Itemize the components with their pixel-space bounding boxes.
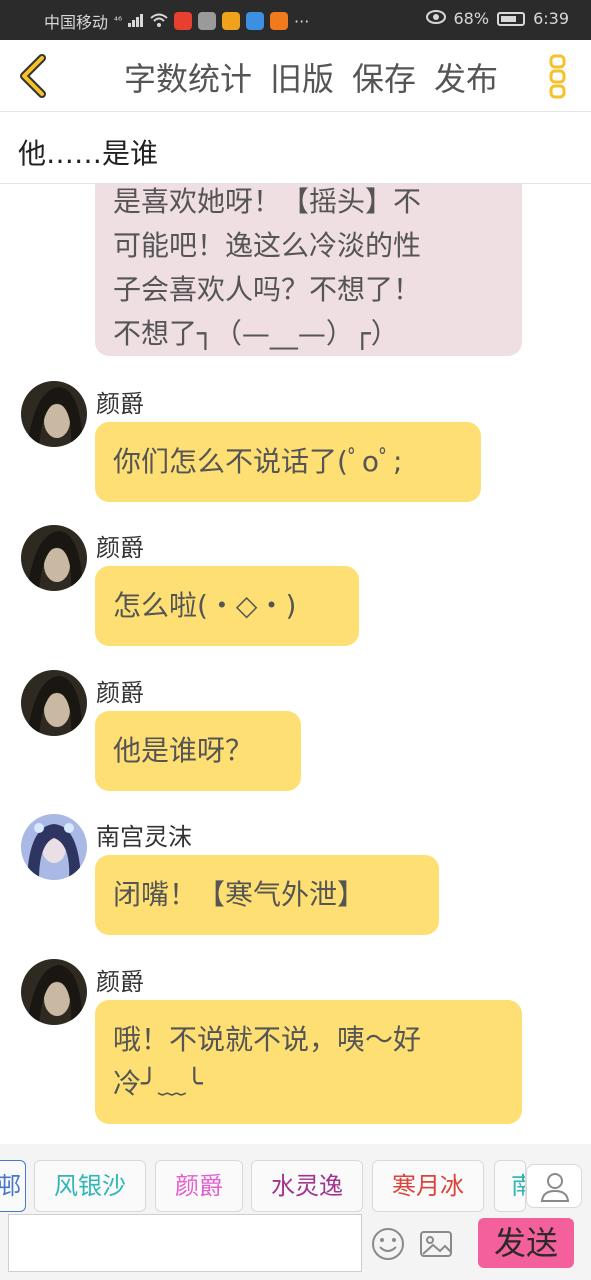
avatar[interactable] [21, 525, 87, 591]
status-left: 中国移动 ⁴⁶ ··· [44, 9, 309, 33]
role-tab[interactable]: 南 [494, 1160, 526, 1212]
role-selector: 邨 风银沙 颜爵 水灵逸 寒月冰 南 [0, 1144, 591, 1214]
image-icon [420, 1231, 452, 1257]
chat-area[interactable]: 是喜欢她呀！【摇头】不 可能吧！逸这么冷淡的性 子会喜欢人吗？不想了！ 不想了┐… [0, 184, 591, 1140]
app-blue-icon [246, 12, 265, 30]
input-bar: 发送 [0, 1214, 591, 1280]
message-bubble[interactable]: 怎么啦(・◇・) [95, 566, 359, 646]
author-name: 颜爵 [96, 534, 144, 562]
signal-icon [128, 12, 144, 31]
chevron-left-icon [20, 54, 46, 98]
person-icon [540, 1173, 570, 1202]
author-name: 南宫灵沫 [96, 823, 192, 851]
more-menu-button[interactable] [548, 52, 568, 100]
message-line: 是喜欢她呀！【摇头】不 [113, 185, 422, 218]
role-tab[interactable]: 邨 [0, 1160, 26, 1212]
message-input[interactable] [8, 1214, 362, 1272]
role-tab[interactable]: 颜爵 [155, 1160, 243, 1212]
image-button[interactable] [418, 1226, 454, 1262]
message-line: 他是谁呀？ [113, 734, 254, 767]
top-bar: 字数统计 旧版 保存 发布 [0, 40, 591, 112]
eye-icon [425, 9, 446, 28]
chapter-title-bar: 他……是谁 [0, 112, 591, 184]
emoji-button[interactable] [370, 1226, 406, 1262]
message-line: 你们怎么不说话了(ﾟoﾟ; [113, 445, 403, 478]
network-label: ⁴⁶ [114, 15, 123, 27]
author-name: 颜爵 [96, 390, 144, 418]
avatar[interactable] [21, 381, 87, 447]
author-name: 颜爵 [96, 679, 144, 707]
role-label: 南 [511, 1172, 525, 1200]
vertical-dots-icon [549, 54, 566, 99]
battery-percent: 68% [453, 9, 490, 28]
publish-button[interactable]: 发布 [434, 54, 498, 100]
message-line: 闭嘴！【寒气外泄】 [113, 878, 366, 911]
weibo-icon [174, 12, 193, 30]
smile-icon [372, 1228, 404, 1260]
message-line: 哦！不说就不说，咦～好 [113, 1023, 422, 1056]
message-bubble[interactable]: 哦！不说就不说，咦～好 冷╯﹏╰ [95, 1000, 522, 1124]
message-bubble[interactable]: 是喜欢她呀！【摇头】不 可能吧！逸这么冷淡的性 子会喜欢人吗？不想了！ 不想了┐… [95, 184, 522, 356]
message-bubble[interactable]: 你们怎么不说话了(ﾟoﾟ; [95, 422, 481, 502]
message-line: 冷╯﹏╰ [113, 1067, 203, 1100]
avatar[interactable] [21, 959, 87, 1025]
old-version-button[interactable]: 旧版 [270, 54, 334, 100]
message-line: 怎么啦(・◇・) [113, 589, 297, 622]
save-button[interactable]: 保存 [352, 54, 416, 100]
app-orange-icon [222, 12, 241, 30]
role-tab[interactable]: 风银沙 [34, 1160, 146, 1212]
avatar[interactable] [21, 670, 87, 736]
send-button[interactable]: 发送 [478, 1218, 574, 1268]
carrier-label: 中国移动 [44, 13, 109, 32]
avatar[interactable] [21, 814, 87, 880]
more-notifications: ··· [294, 11, 310, 31]
message-line: 可能吧！逸这么冷淡的性 [113, 229, 422, 262]
clock: 6:39 [533, 9, 569, 28]
wifi-icon [150, 12, 168, 31]
role-label: 邨 [0, 1172, 21, 1200]
message-bubble[interactable]: 闭嘴！【寒气外泄】 [95, 855, 439, 935]
role-label: 风银沙 [54, 1172, 126, 1200]
author-name: 颜爵 [96, 968, 144, 996]
status-bar: 中国移动 ⁴⁶ ··· 68% 6:39 [0, 0, 591, 40]
back-button[interactable] [14, 52, 54, 100]
role-label: 颜爵 [175, 1172, 223, 1200]
word-count-button[interactable]: 字数统计 [124, 54, 252, 100]
role-label: 水灵逸 [271, 1172, 343, 1200]
wechat-icon [198, 12, 217, 30]
message-bubble[interactable]: 他是谁呀？ [95, 711, 301, 791]
role-tab[interactable]: 水灵逸 [251, 1160, 363, 1212]
header-actions: 字数统计 旧版 保存 发布 [124, 54, 498, 100]
message-line: 不想了┐（—__—）┌） [113, 317, 399, 350]
uc-browser-icon [270, 12, 289, 30]
role-manage-button[interactable] [526, 1164, 582, 1208]
battery-icon [497, 11, 526, 26]
status-right: 68% 6:39 [425, 9, 569, 28]
message-line: 子会喜欢人吗？不想了！ [113, 273, 422, 306]
chapter-title[interactable]: 他……是谁 [18, 132, 158, 172]
role-tab[interactable]: 寒月冰 [372, 1160, 484, 1212]
role-label: 寒月冰 [392, 1172, 464, 1200]
